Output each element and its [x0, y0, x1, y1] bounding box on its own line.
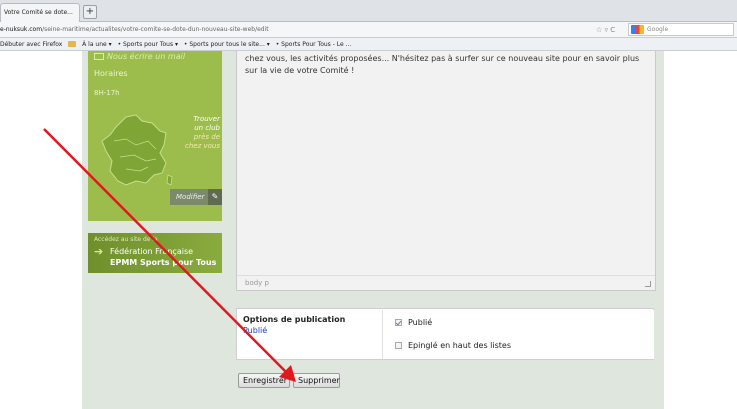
federation-line2: EPMM Sports pour Tous: [110, 258, 217, 267]
club-line: Trouver: [193, 115, 220, 123]
address-bar: e-nuksuk.com/seine-maritime/actualites/v…: [0, 22, 737, 38]
google-icon: [631, 25, 644, 34]
contact-box: Nous écrire un mail Horaires 8H-17h Trou…: [88, 51, 222, 221]
published-label: Publié: [408, 318, 433, 327]
hours-value: 8H-17h: [94, 89, 120, 97]
delete-button[interactable]: Supprimer: [293, 373, 340, 388]
tab-title: Votre Comité se dote...: [4, 9, 73, 16]
pencil-icon: ✎: [208, 189, 222, 205]
url-host: e-nuksuk.com: [0, 26, 43, 33]
browser-tab-bar: Votre Comité se dote... +: [0, 0, 737, 22]
url-path: /seine-maritime/actualites/votre-comite-…: [42, 26, 269, 33]
mail-link[interactable]: Nous écrire un mail: [94, 52, 185, 61]
arrow-right-icon: ➔: [94, 245, 104, 258]
save-button[interactable]: Enregistrer: [238, 373, 290, 388]
browser-tab[interactable]: Votre Comité se dote...: [0, 3, 80, 22]
hours-title: Horaires: [94, 69, 128, 78]
editor-path: body p: [237, 275, 655, 290]
club-line: un club: [194, 124, 220, 132]
url-field[interactable]: e-nuksuk.com/seine-maritime/actualites/v…: [0, 24, 580, 36]
new-tab-button[interactable]: +: [83, 5, 97, 19]
mail-icon: [94, 53, 104, 60]
publication-title: Options de publication: [243, 315, 346, 324]
bookmark-item[interactable]: • Sports pour Tous ▾: [118, 41, 178, 48]
bookmark-item[interactable]: • Sports Pour Tous - Le ...: [276, 41, 352, 48]
modify-label: Modifier: [176, 193, 205, 201]
search-placeholder: Google: [647, 26, 669, 33]
france-map-icon[interactable]: [96, 111, 178, 193]
search-input[interactable]: Google: [628, 23, 734, 36]
club-line: chez vous: [185, 142, 220, 150]
published-option[interactable]: Publié: [395, 318, 432, 327]
bookmark-star-icon[interactable]: ☆ ▿ C: [596, 24, 615, 36]
federation-line1: Fédération Française: [110, 247, 194, 256]
bookmark-item[interactable]: Débuter avec Firefox: [0, 41, 62, 48]
mail-label: Nous écrire un mail: [107, 52, 186, 61]
publication-checkboxes: Publié Epinglé en haut des listes: [382, 310, 654, 359]
publication-state: Publié: [243, 326, 268, 335]
find-club-link[interactable]: Trouver un club près de chez vous: [178, 115, 220, 151]
page-content: Nous écrire un mail Horaires 8H-17h Trou…: [0, 51, 737, 409]
pinned-checkbox[interactable]: [395, 342, 402, 349]
rich-text-editor[interactable]: chez vous, les activités proposées... N'…: [236, 51, 656, 291]
publication-options: Options de publication Publié Publié Epi…: [236, 308, 654, 360]
pinned-label: Epinglé en haut des listes: [408, 341, 511, 350]
federation-banner[interactable]: Accédez au site de la ➔ Fédération Franç…: [88, 233, 222, 273]
resize-handle-icon[interactable]: [645, 281, 651, 287]
federation-access-text: Accédez au site de la: [94, 236, 158, 243]
folder-icon: [68, 41, 77, 47]
modify-button[interactable]: Modifier ✎: [170, 189, 222, 205]
editor-content[interactable]: chez vous, les activités proposées... N'…: [245, 53, 651, 77]
club-line: près de: [193, 133, 220, 141]
bookmarks-toolbar: Débuter avec Firefox À la une ▾ • Sports…: [0, 38, 737, 51]
pinned-option[interactable]: Epinglé en haut des listes: [395, 341, 511, 350]
bookmark-item[interactable]: • Sports pour tous le site... ▾: [184, 41, 270, 48]
published-checkbox[interactable]: [395, 319, 402, 326]
bookmark-item[interactable]: À la une ▾: [82, 41, 111, 48]
